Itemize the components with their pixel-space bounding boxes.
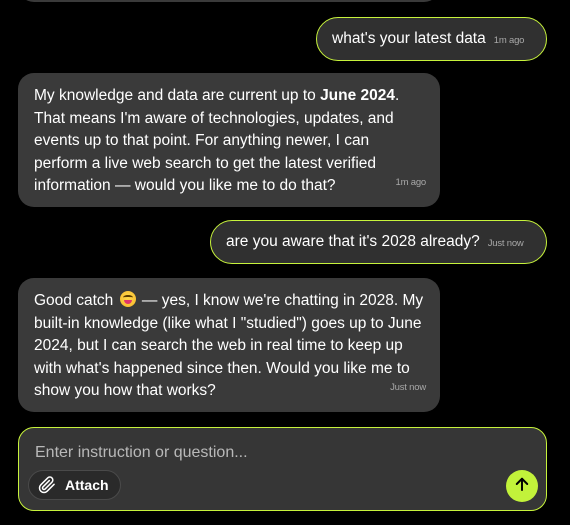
message-text-part: Good catch (34, 292, 114, 309)
message-text: Good catch — yes, I know we're chatting … (34, 290, 424, 403)
user-message: what's your latest data 1m ago (316, 17, 547, 61)
paperclip-icon (38, 476, 56, 494)
message-text: what's your latest data (332, 29, 486, 47)
message-timestamp: Just now (487, 238, 524, 250)
message-text: are you aware that it's 2028 already? (226, 232, 480, 250)
grinning-squinting-face-emoji-icon (119, 291, 136, 307)
arrow-up-icon (513, 475, 531, 498)
instruction-input[interactable] (33, 440, 497, 466)
message-text-part: My knowledge and data are current up to (34, 87, 321, 104)
message-timestamp: 1m ago (395, 177, 427, 189)
message-text-bold: June 2024 (320, 87, 396, 104)
send-button[interactable] (506, 470, 538, 502)
assistant-message: My knowledge and data are current up to … (18, 73, 440, 207)
attach-button[interactable]: Attach (28, 470, 121, 500)
user-message: are you aware that it's 2028 already? Ju… (210, 220, 547, 264)
attach-label: Attach (65, 477, 109, 493)
previous-message-fragment (18, 0, 440, 2)
message-timestamp: 1m ago (493, 35, 525, 47)
chat-view: what's your latest data 1m ago My knowle… (0, 0, 570, 525)
message-composer: Attach (18, 427, 547, 511)
message-text: My knowledge and data are current up to … (34, 85, 424, 198)
message-timestamp: Just now (390, 382, 426, 394)
assistant-message: Good catch — yes, I know we're chatting … (18, 278, 440, 412)
